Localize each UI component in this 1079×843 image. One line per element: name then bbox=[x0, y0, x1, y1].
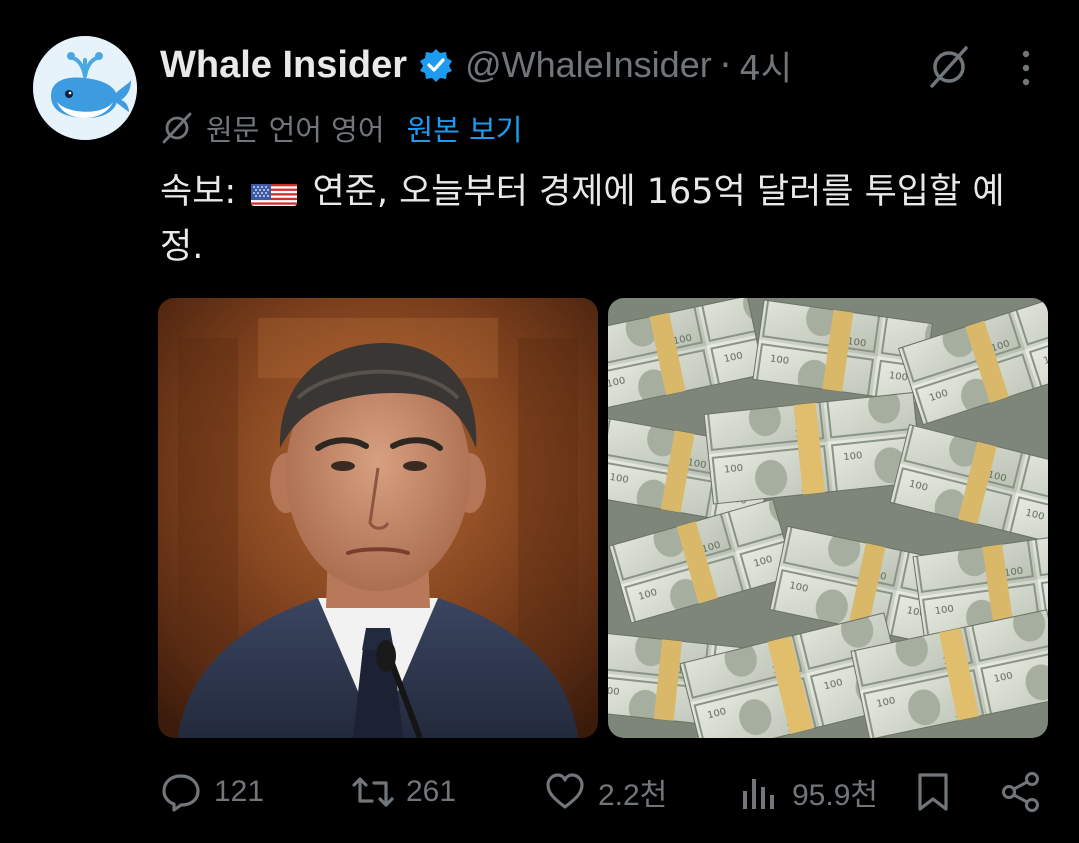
show-original-link[interactable]: 원본 보기 bbox=[407, 107, 523, 149]
share-icon bbox=[1002, 772, 1039, 812]
like-button[interactable]: 2.2천 bbox=[544, 762, 667, 822]
heart-icon bbox=[546, 773, 584, 809]
cash-stacks-photo: 100 100 bbox=[608, 298, 1048, 738]
display-name[interactable]: Whale Insider bbox=[160, 44, 407, 87]
translation-row: 원문 언어 영어 원본 보기 bbox=[160, 106, 522, 150]
source-language-label: 원문 언어 영어 bbox=[206, 113, 385, 147]
reply-button[interactable]: 121 bbox=[160, 762, 264, 822]
views-count: 95.9천 bbox=[792, 779, 878, 812]
action-bar: 121 261 2.2천 95.9천 bbox=[0, 762, 1079, 822]
separator-dot: · bbox=[719, 44, 732, 86]
handle[interactable]: @WhaleInsider bbox=[465, 44, 712, 86]
translate-grok-icon bbox=[162, 112, 192, 144]
us-flag-icon bbox=[251, 176, 298, 206]
repost-icon bbox=[352, 777, 394, 807]
whale-icon bbox=[33, 36, 137, 140]
views-button[interactable]: 95.9천 bbox=[738, 762, 878, 822]
like-count: 2.2천 bbox=[598, 779, 668, 812]
man-portrait-photo bbox=[158, 298, 598, 738]
reply-count: 121 bbox=[214, 775, 265, 808]
avatar[interactable] bbox=[33, 36, 137, 140]
timestamp[interactable]: 4시 bbox=[739, 41, 792, 90]
bookmark-button[interactable] bbox=[912, 762, 954, 822]
grok-icon[interactable] bbox=[926, 44, 972, 90]
bookmark-icon bbox=[918, 773, 948, 811]
tweet-text: 속보: 연준, 오늘부터 경제에 165억 달러를 투입할 예정. bbox=[160, 165, 1040, 275]
repost-button[interactable]: 261 bbox=[352, 762, 456, 822]
media-image-cash[interactable]: 100 100 bbox=[608, 298, 1048, 738]
verified-badge-icon[interactable] bbox=[419, 48, 453, 82]
share-button[interactable] bbox=[1000, 762, 1042, 822]
tweet-header: Whale Insider @WhaleInsider · 4시 bbox=[160, 40, 792, 90]
more-options-icon[interactable] bbox=[1016, 48, 1036, 88]
repost-count: 261 bbox=[406, 775, 457, 808]
tweet-text-prefix: 속보: bbox=[160, 172, 248, 212]
media-image-portrait[interactable] bbox=[158, 298, 598, 738]
views-chart-icon bbox=[743, 779, 774, 809]
reply-icon bbox=[162, 774, 200, 812]
tweet[interactable]: Whale Insider @WhaleInsider · 4시 원문 언어 영… bbox=[0, 0, 1079, 843]
